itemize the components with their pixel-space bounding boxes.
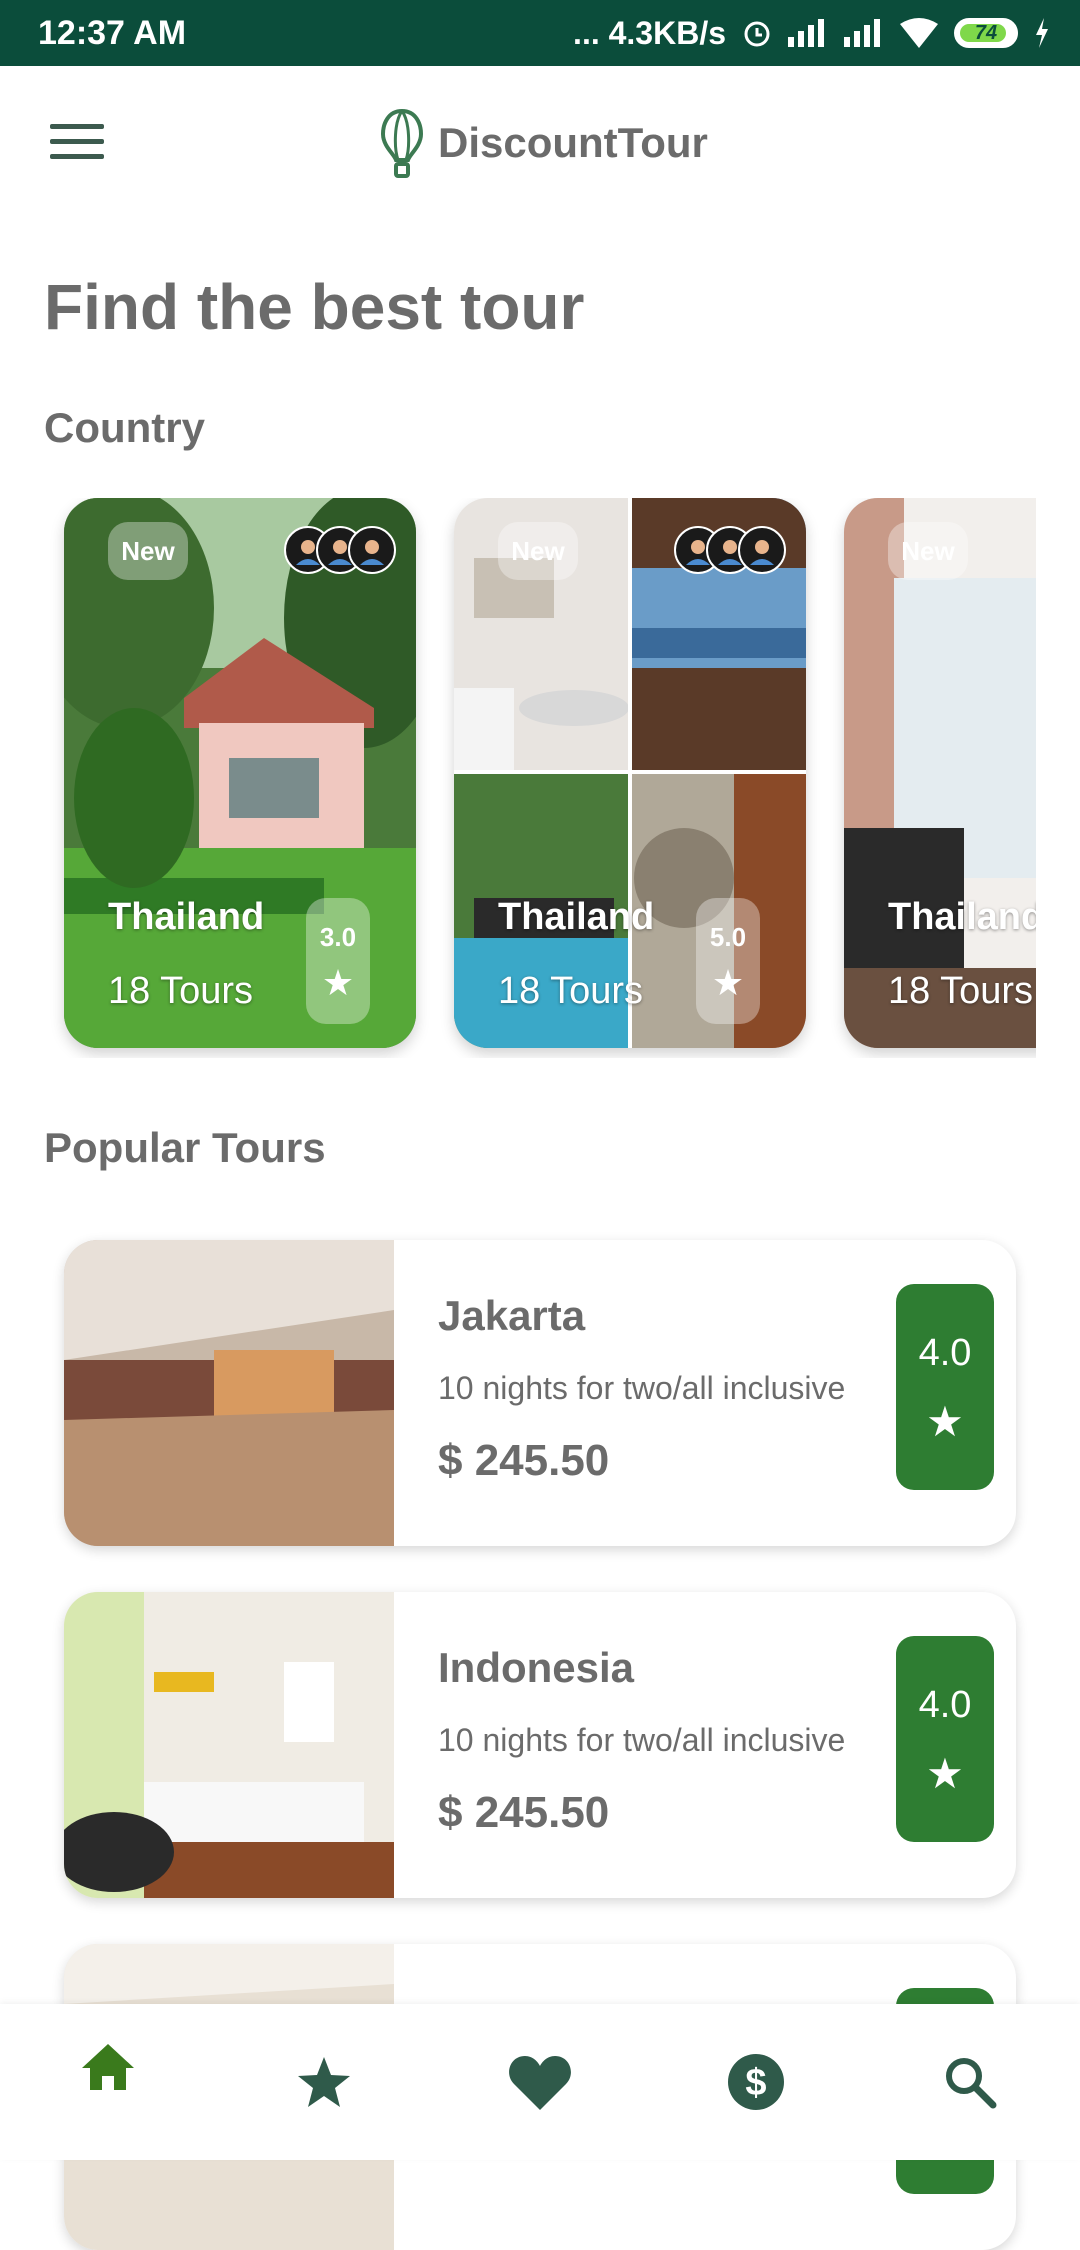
brand-name: DiscountTour (438, 119, 708, 166)
tour-price: $ 245.50 (438, 1436, 610, 1485)
new-badge: New (498, 522, 578, 580)
status-time: 12:37 AM (38, 13, 187, 52)
tour-description: 10 nights for two/all inclusive (438, 1370, 846, 1406)
svg-text:$: $ (745, 2062, 766, 2104)
tour-name: Jakarta (438, 1292, 586, 1339)
star-icon: ★ (926, 1397, 964, 1445)
tour-name: Indonesia (438, 1644, 635, 1691)
star-icon: ★ (926, 1749, 964, 1797)
app-header: DiscountTour (0, 66, 1080, 216)
bottom-nav: $ (0, 2004, 1080, 2160)
dollar-icon: $ (728, 2054, 784, 2110)
brand: DiscountTour (380, 108, 708, 178)
nav-deals[interactable]: $ (696, 2004, 816, 2160)
star-icon: ★ (321, 961, 355, 1003)
star-icon (298, 2057, 350, 2107)
country-name: Thailand (888, 896, 1036, 938)
country-name: Thailand (498, 896, 655, 938)
nav-favorites[interactable] (264, 2004, 384, 2160)
country-name: Thailand (108, 896, 265, 938)
country-section-title: Country (44, 404, 205, 451)
country-card[interactable]: New Thailand 18 Tours 3.0 ★ (64, 498, 416, 1048)
home-icon (82, 2044, 134, 2090)
rating-value: 3.0 (319, 921, 357, 952)
signal-icon (788, 19, 824, 47)
signal-icon-2 (844, 19, 880, 47)
new-badge: New (108, 522, 188, 580)
star-icon: ★ (711, 961, 745, 1003)
avatar (348, 526, 396, 574)
tour-photo (64, 1592, 394, 1898)
network-speed: ... 4.3KB/s (573, 14, 726, 51)
tour-photo (64, 1240, 394, 1546)
tour-description: 10 nights for two/all inclusive (438, 1722, 846, 1758)
rating-pill: 3.0 ★ (306, 898, 370, 1024)
status-bar: 12:37 AM ... 4.3KB/s 74 (0, 0, 1080, 66)
tour-count: 18 Tours (498, 970, 644, 1012)
tour-card[interactable]: Indonesia 10 nights for two/all inclusiv… (64, 1592, 1016, 1898)
country-photo (844, 498, 1036, 1048)
tour-rating-badge: 4.0 ★ (896, 1636, 994, 1842)
avatar-group (284, 526, 396, 574)
rating-value: 4.0 (918, 1683, 972, 1726)
country-card[interactable]: New Thailand 18 Tours 5.0 ★ (454, 498, 806, 1048)
wifi-icon (900, 18, 938, 48)
rating-value: 5.0 (709, 921, 747, 952)
battery-level: 74 (974, 21, 998, 44)
country-carousel[interactable]: New Thailand 18 Tours 3.0 ★ New Thailand… (0, 498, 1036, 1058)
balloon-icon (380, 108, 424, 178)
nav-liked[interactable] (480, 2004, 600, 2160)
search-icon (946, 2058, 997, 2109)
tour-price: $ 245.50 (438, 1788, 610, 1837)
menu-button[interactable] (50, 124, 104, 164)
country-card[interactable]: New Thailand 18 Tours (844, 498, 1036, 1048)
status-icons: ... 4.3KB/s 74 (573, 15, 1050, 52)
avatar-group (674, 526, 786, 574)
heart-icon (509, 2056, 571, 2110)
tour-count: 18 Tours (108, 970, 254, 1012)
tour-count: 18 Tours (888, 970, 1034, 1012)
battery-icon: 74 (954, 18, 1018, 48)
nav-home[interactable] (48, 2004, 168, 2160)
rating-value: 4.0 (918, 1331, 972, 1374)
tour-card[interactable]: Jakarta 10 nights for two/all inclusive … (64, 1240, 1016, 1546)
alarm-icon (744, 21, 770, 47)
charging-icon (1036, 18, 1048, 48)
avatar (738, 526, 786, 574)
rating-pill: 5.0 ★ (696, 898, 760, 1024)
new-badge: New (888, 522, 968, 580)
popular-section-title: Popular Tours (44, 1124, 326, 1171)
page-title: Find the best tour (44, 271, 585, 343)
nav-search[interactable] (910, 2004, 1030, 2160)
tour-rating-badge: 4.0 ★ (896, 1284, 994, 1490)
